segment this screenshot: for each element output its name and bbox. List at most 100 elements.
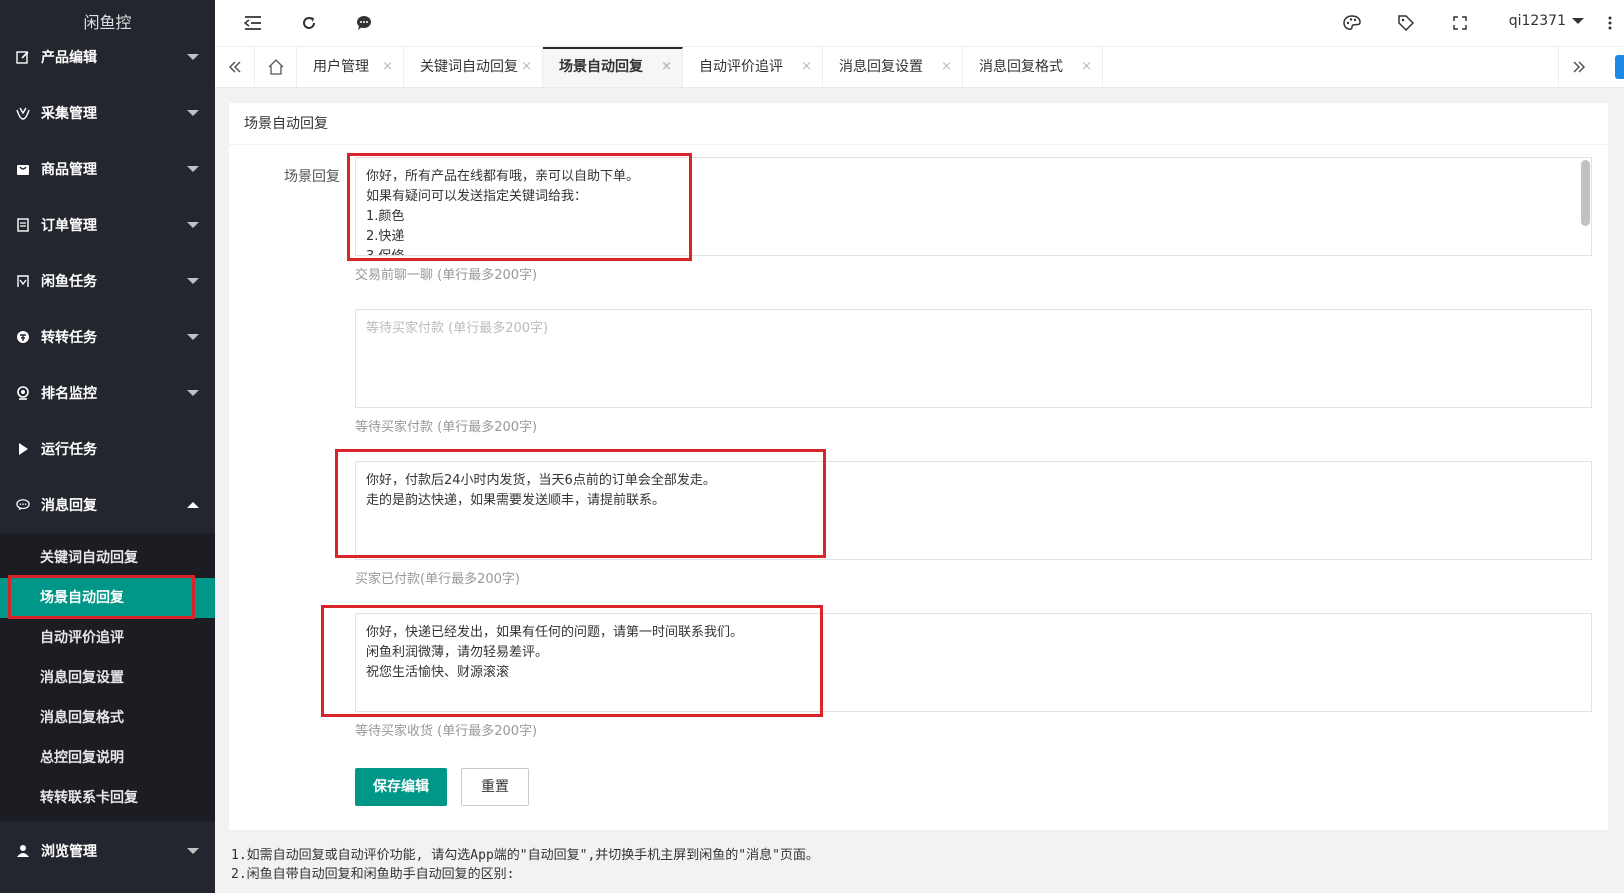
username: qi12371 xyxy=(1508,13,1566,29)
submenu-message-reply: 关键词自动回复 场景自动回复 自动评价追评 消息回复设置 消息回复格式 总控回复… xyxy=(0,533,215,821)
close-icon[interactable]: × xyxy=(801,47,812,87)
submenu-item-reply-format[interactable]: 消息回复格式 xyxy=(0,698,215,738)
goods-icon xyxy=(16,162,30,176)
sidebar-item-label: 浏览管理 xyxy=(41,844,97,860)
top-header: qi12371 xyxy=(215,0,1624,47)
note-line: 2.闲鱼自带自动回复和闲鱼助手自动回复的区别: xyxy=(231,867,515,882)
close-icon[interactable]: × xyxy=(941,47,952,87)
submenu-item-auto-review[interactable]: 自动评价追评 xyxy=(0,618,215,658)
chevron-up-icon xyxy=(187,502,199,508)
tabs-scroll-right-icon[interactable] xyxy=(1558,47,1598,87)
play-icon xyxy=(16,442,30,456)
paid-reply-textarea[interactable]: 你好，付款后24小时内发货，当天6点前的订单会全部发走。 走的是韵达快递，如果需… xyxy=(355,461,1592,560)
message-icon[interactable] xyxy=(353,12,375,34)
awaiting-payment-hint: 等待买家付款 (单行最多200字) xyxy=(355,420,538,435)
close-icon[interactable]: × xyxy=(382,47,393,87)
close-icon[interactable]: × xyxy=(1081,47,1092,87)
card-title: 场景自动回复 xyxy=(229,103,1608,145)
sidebar-item-label: 消息回复 xyxy=(41,498,97,514)
tabs-scroll-left-icon[interactable] xyxy=(215,47,255,87)
awaiting-receipt-textarea[interactable]: 你好，快递已经发出，如果有任何的问题，请第一时间联系我们。 闲鱼利润微薄，请勿轻… xyxy=(355,613,1592,712)
sidebar-item-label: 运行任务 xyxy=(41,442,97,458)
chevron-down-icon xyxy=(187,166,199,172)
home-icon[interactable] xyxy=(255,47,297,87)
sidebar-item-rank-monitor[interactable]: 排名监控 xyxy=(0,365,215,421)
submenu-item-contact-card-reply[interactable]: 转转联系卡回复 xyxy=(0,778,215,818)
submenu-item-reply-settings[interactable]: 消息回复设置 xyxy=(0,658,215,698)
tab-auto-review[interactable]: 自动评价追评 × xyxy=(683,47,823,87)
tab-bar: 用户管理 × 关键词自动回复 × 场景自动回复 × 自动评价追评 × 消息回复设… xyxy=(215,47,1624,88)
pre-trade-reply-textarea[interactable]: 你好，所有产品在线都有哦，亲可以自助下单。 如果有疑问可以发送指定关键词给我： … xyxy=(355,157,1592,256)
zhuan-icon xyxy=(16,330,30,344)
textarea-scrollbar[interactable] xyxy=(1581,160,1590,226)
awaiting-receipt-hint: 等待买家收货 (单行最多200字) xyxy=(355,724,538,739)
awaiting-payment-textarea[interactable]: 等待买家付款 (单行最多200字) xyxy=(355,309,1592,408)
chevron-down-icon xyxy=(1572,18,1584,24)
sidebar-item-run-tasks[interactable]: 运行任务 xyxy=(0,421,215,477)
sidebar-item-product-edit[interactable]: 产品编辑 xyxy=(0,29,215,85)
fullscreen-icon[interactable] xyxy=(1449,12,1471,34)
pre-trade-hint: 交易前聊一聊 (单行最多200字) xyxy=(355,268,538,283)
chevron-down-icon xyxy=(187,390,199,396)
save-button[interactable]: 保存编辑 xyxy=(355,768,447,806)
note-line: 1.如需自动回复或自动评价功能, 请勾选App端的"自动回复",并切换手机主屏到… xyxy=(231,848,819,863)
collect-icon xyxy=(16,106,30,120)
edit-icon xyxy=(16,50,30,64)
tab-user-management[interactable]: 用户管理 × xyxy=(297,47,404,87)
fish-icon xyxy=(16,274,30,288)
submenu-item-scene-reply[interactable]: 场景自动回复 xyxy=(0,578,215,618)
sidebar-item-zhuanzhuan-tasks[interactable]: 转转任务 xyxy=(0,309,215,365)
scene-reply-card: 场景自动回复 场景回复 你好，所有产品在线都有哦，亲可以自助下单。 如果有疑问可… xyxy=(229,103,1608,830)
sidebar-item-orders[interactable]: 订单管理 xyxy=(0,197,215,253)
order-icon xyxy=(16,218,30,232)
refresh-icon[interactable] xyxy=(298,12,320,34)
sidebar-item-label: 采集管理 xyxy=(41,106,97,122)
tab-label: 消息回复设置 xyxy=(839,59,923,75)
tab-label: 用户管理 xyxy=(313,59,369,75)
tab-reply-settings[interactable]: 消息回复设置 × xyxy=(823,47,963,87)
sidebar: 闲鱼控 产品编辑 采集管理 商品管理 订单管理 闲鱼任务 转转任务 排名监控 运… xyxy=(0,0,215,893)
sidebar-item-label: 订单管理 xyxy=(41,218,97,234)
tab-label: 自动评价追评 xyxy=(699,59,783,75)
sidebar-item-label: 转转任务 xyxy=(41,330,97,346)
sidebar-item-goods[interactable]: 商品管理 xyxy=(0,141,215,197)
close-icon[interactable]: × xyxy=(521,47,532,87)
sidebar-item-label: 产品编辑 xyxy=(41,50,97,66)
close-icon[interactable]: × xyxy=(661,49,672,85)
paid-hint: 买家已付款(单行最多200字) xyxy=(355,572,520,587)
usage-notes: 1.如需自动回复或自动评价功能, 请勾选App端的"自动回复",并切换手机主屏到… xyxy=(231,846,819,884)
chevron-down-icon xyxy=(187,334,199,340)
side-panel-tab[interactable] xyxy=(1615,55,1624,79)
chat-icon xyxy=(16,498,30,512)
tab-label: 消息回复格式 xyxy=(979,59,1063,75)
theme-palette-icon[interactable] xyxy=(1341,12,1363,34)
chevron-down-icon xyxy=(187,222,199,228)
sidebar-item-label: 排名监控 xyxy=(41,386,97,402)
more-vertical-icon[interactable] xyxy=(1599,12,1621,34)
tab-label: 关键词自动回复 xyxy=(420,59,518,75)
user-icon xyxy=(16,844,30,858)
chevron-down-icon xyxy=(187,110,199,116)
chevron-down-icon xyxy=(187,54,199,60)
monitor-icon xyxy=(16,386,30,400)
tab-keyword-reply[interactable]: 关键词自动回复 × xyxy=(404,47,543,87)
sidebar-item-xianyu-tasks[interactable]: 闲鱼任务 xyxy=(0,253,215,309)
user-menu[interactable]: qi12371 xyxy=(1509,13,1584,29)
textarea-placeholder: 等待买家付款 (单行最多200字) xyxy=(366,321,549,336)
menu-toggle-icon[interactable] xyxy=(242,12,264,34)
tag-icon[interactable] xyxy=(1395,12,1417,34)
field-label: 场景回复 xyxy=(284,169,340,185)
sidebar-item-label: 商品管理 xyxy=(41,162,97,178)
sidebar-item-message-reply[interactable]: 消息回复 xyxy=(0,477,215,533)
sidebar-item-label: 闲鱼任务 xyxy=(41,274,97,290)
tab-label: 场景自动回复 xyxy=(559,59,643,75)
tab-scene-reply[interactable]: 场景自动回复 × xyxy=(543,47,683,87)
chevron-down-icon xyxy=(187,278,199,284)
sidebar-item-collect[interactable]: 采集管理 xyxy=(0,85,215,141)
submenu-item-keyword-reply[interactable]: 关键词自动回复 xyxy=(0,538,215,578)
tab-reply-format[interactable]: 消息回复格式 × xyxy=(963,47,1103,87)
submenu-item-reply-guide[interactable]: 总控回复说明 xyxy=(0,738,215,778)
sidebar-item-browse[interactable]: 浏览管理 xyxy=(0,823,215,879)
chevron-down-icon xyxy=(187,848,199,854)
reset-button[interactable]: 重置 xyxy=(461,768,529,806)
